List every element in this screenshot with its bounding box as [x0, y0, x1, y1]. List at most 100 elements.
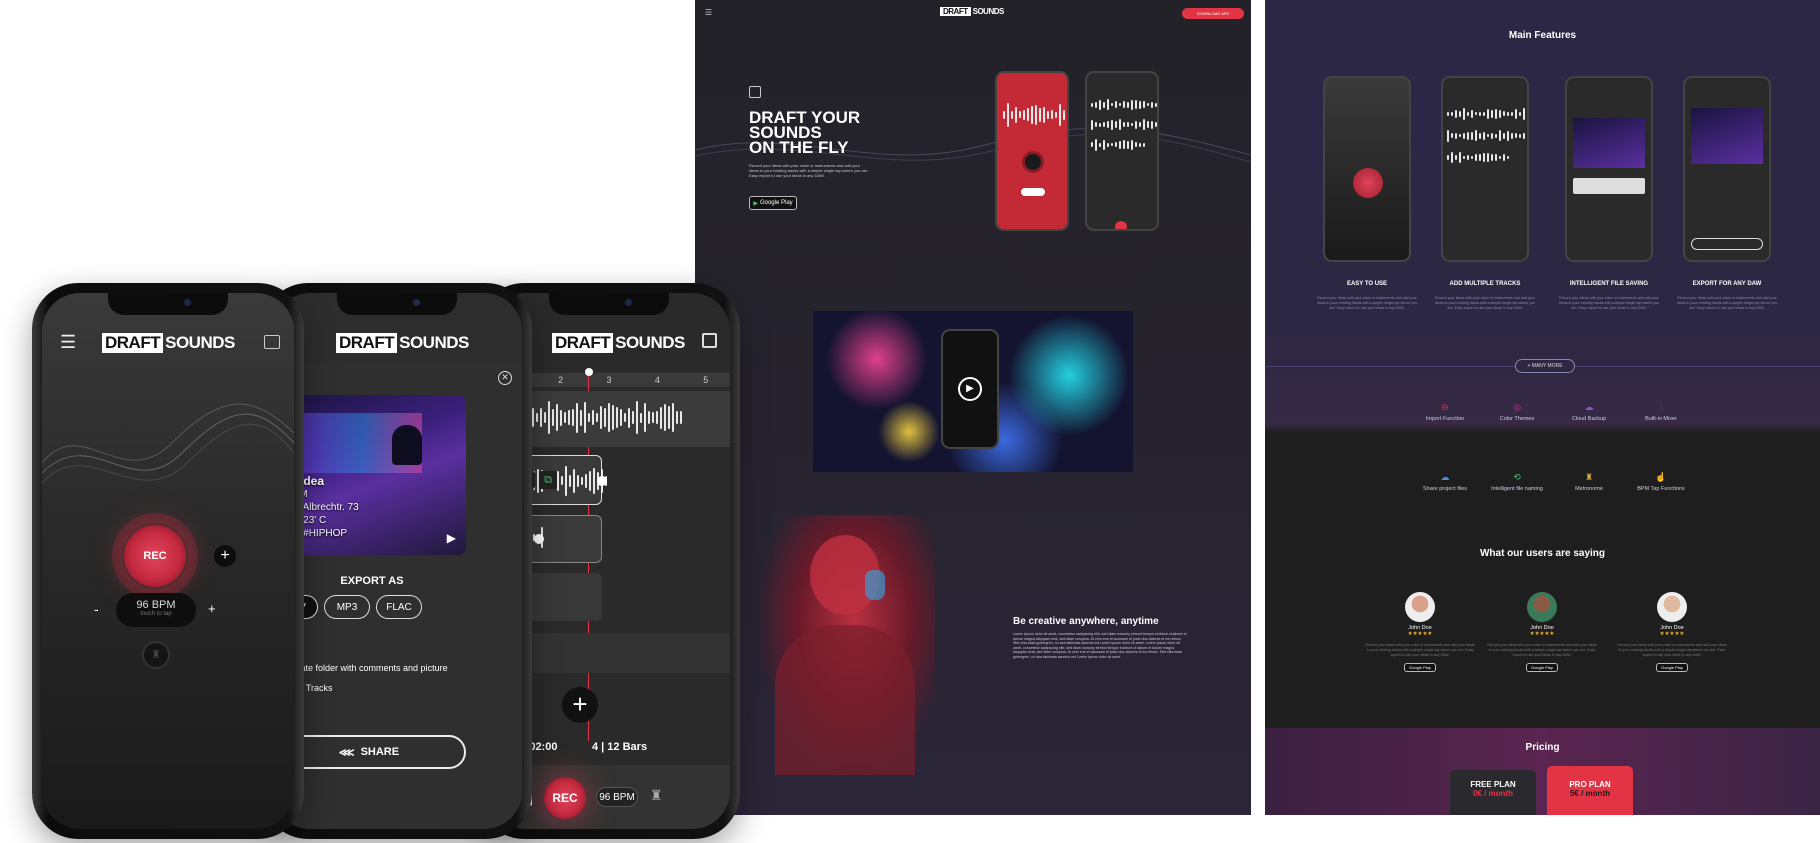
- close-icon[interactable]: ✕: [498, 371, 512, 385]
- waveform-bar: [548, 401, 550, 434]
- logo-word-sounds: SOUNDS: [165, 333, 235, 352]
- waveform-bar: [1007, 103, 1009, 127]
- play-icon[interactable]: ▶: [958, 377, 982, 401]
- clip-handle[interactable]: [534, 534, 544, 544]
- waveform-bar: [1043, 106, 1045, 124]
- rec-button[interactable]: REC: [112, 513, 198, 599]
- waveform-bar: [589, 471, 591, 491]
- play-icon[interactable]: ▶: [447, 531, 456, 545]
- bpm-hint: touch to tap: [140, 611, 172, 617]
- waveform-bar: [1455, 109, 1457, 118]
- small-feature-share: ☁ Share project files: [1409, 472, 1481, 492]
- smoke-wave-graphic: [42, 403, 294, 484]
- small-feature-tap: ☝ BPM Tap Functions: [1625, 472, 1697, 492]
- waveform-bar: [1111, 103, 1113, 107]
- feature-text: Record your ideas with your voice or ins…: [1676, 296, 1778, 310]
- small-feature-naming: ⟲ Intelligent file naming: [1479, 472, 1555, 492]
- avatar: [1527, 592, 1557, 622]
- waveform-bar: [592, 410, 594, 425]
- testimonial-card: John Doe ★★★★★ Record your ideas with yo…: [1617, 592, 1727, 672]
- waveform-bar: [557, 470, 559, 491]
- palette-icon: ◎: [1513, 402, 1521, 412]
- copy-icon[interactable]: ⧉: [539, 471, 557, 489]
- list-icon[interactable]: [264, 335, 280, 349]
- waveform-bar: [676, 410, 678, 425]
- feature-title: INTELLIGENT FILE SAVING: [1569, 281, 1649, 287]
- bpm-badge[interactable]: 96 BPM: [596, 787, 638, 807]
- waveform-bar: [1063, 109, 1065, 120]
- hamburger-icon[interactable]: ☰: [705, 8, 712, 17]
- rating-stars: ★★★★★: [1407, 631, 1433, 637]
- many-more-button[interactable]: + MANY MORE: [1515, 359, 1575, 373]
- avatar: [1405, 592, 1435, 622]
- feature-input: [1573, 178, 1645, 194]
- waveform-bar: [1463, 132, 1465, 139]
- waveform-bar: [632, 411, 634, 424]
- waveform-bar: [1115, 121, 1117, 129]
- waveform-bar: [585, 473, 587, 488]
- playhead-handle[interactable]: [585, 368, 593, 376]
- feature-phone-tracks: [1441, 76, 1529, 262]
- download-apk-button[interactable]: DOWNLOAD APK: [1182, 8, 1244, 19]
- phone-notch: [337, 293, 457, 315]
- waveform-bar: [1471, 109, 1473, 119]
- waveform-bar: [580, 409, 582, 426]
- google-play-badge[interactable]: Google Play: [1656, 663, 1688, 672]
- clip-handle[interactable]: [597, 476, 607, 486]
- metronome-icon[interactable]: ♜: [650, 787, 663, 804]
- bpm-increase-button[interactable]: +: [208, 601, 216, 616]
- creative-title: Be creative anywhere, anytime: [1013, 616, 1159, 627]
- add-button[interactable]: +: [214, 545, 236, 567]
- free-plan-card[interactable]: FREE PLAN 0€ / month: [1450, 770, 1536, 815]
- google-play-badge[interactable]: Google Play: [1526, 663, 1558, 672]
- google-play-badge[interactable]: ▶ Google Play: [749, 196, 797, 210]
- phone-notch: [549, 293, 669, 315]
- logo-word-draft: DRAFT: [552, 333, 614, 353]
- waveform-bar: [616, 407, 618, 428]
- bpm-tap-button[interactable]: 96 BPM touch to tap: [116, 593, 196, 627]
- waveform-bar: [565, 466, 567, 496]
- waveform-bar: [668, 406, 670, 430]
- hamburger-icon[interactable]: ☰: [60, 333, 77, 351]
- waveform-bar: [1467, 154, 1469, 161]
- waveform-bar: [1483, 131, 1485, 140]
- waveform-bar: [1487, 152, 1489, 163]
- add-track-button[interactable]: +: [562, 687, 598, 723]
- rec-button[interactable]: REC: [544, 777, 586, 819]
- waveform-bar: [1507, 155, 1509, 160]
- format-mp3-button[interactable]: MP3: [324, 595, 370, 619]
- waveform-bar: [1131, 140, 1133, 150]
- waveform-bar: [1475, 130, 1477, 142]
- person-photo: [755, 515, 935, 775]
- waveform-bar: [1143, 143, 1145, 147]
- ruler-tick: 5: [703, 375, 709, 385]
- metronome-icon[interactable]: ♜: [142, 641, 170, 669]
- naming-icon: ⟲: [1513, 472, 1521, 482]
- save-icon[interactable]: [702, 333, 717, 348]
- waveform-bar: [1459, 152, 1461, 164]
- pricing-title: Pricing: [1525, 742, 1560, 753]
- bpm-decrease-button[interactable]: -: [94, 601, 99, 617]
- cloud-icon: ☁: [1584, 402, 1594, 412]
- waveform-bar: [1499, 109, 1501, 118]
- features-title: Main Features: [1508, 30, 1577, 41]
- google-play-badge[interactable]: Google Play: [1404, 663, 1436, 672]
- rating-stars: ★★★★★: [1529, 631, 1555, 637]
- feature-waveform: [1447, 152, 1509, 164]
- waveform-bar: [552, 408, 554, 427]
- pro-plan-card[interactable]: PRO PLAN 5€ / month: [1547, 766, 1633, 815]
- waveform-bar: [644, 403, 646, 432]
- waveform-bar: [672, 403, 674, 432]
- waveform-bar: [576, 402, 578, 433]
- plan-price: 0€ / month: [1472, 789, 1513, 798]
- feature-phone-saving: [1565, 76, 1653, 262]
- format-flac-button[interactable]: FLAC: [376, 595, 422, 619]
- promo-video[interactable]: ▶: [813, 311, 1133, 472]
- site-logo[interactable]: DRAFT SOUNDS: [940, 7, 1004, 16]
- waveform-bar: [596, 412, 598, 423]
- ruler-tick: 3: [606, 375, 612, 385]
- waveform-bar: [1515, 109, 1517, 119]
- waveform-bar: [1103, 101, 1105, 108]
- waveform-bar: [1499, 156, 1501, 160]
- waveform-bar: [664, 404, 666, 431]
